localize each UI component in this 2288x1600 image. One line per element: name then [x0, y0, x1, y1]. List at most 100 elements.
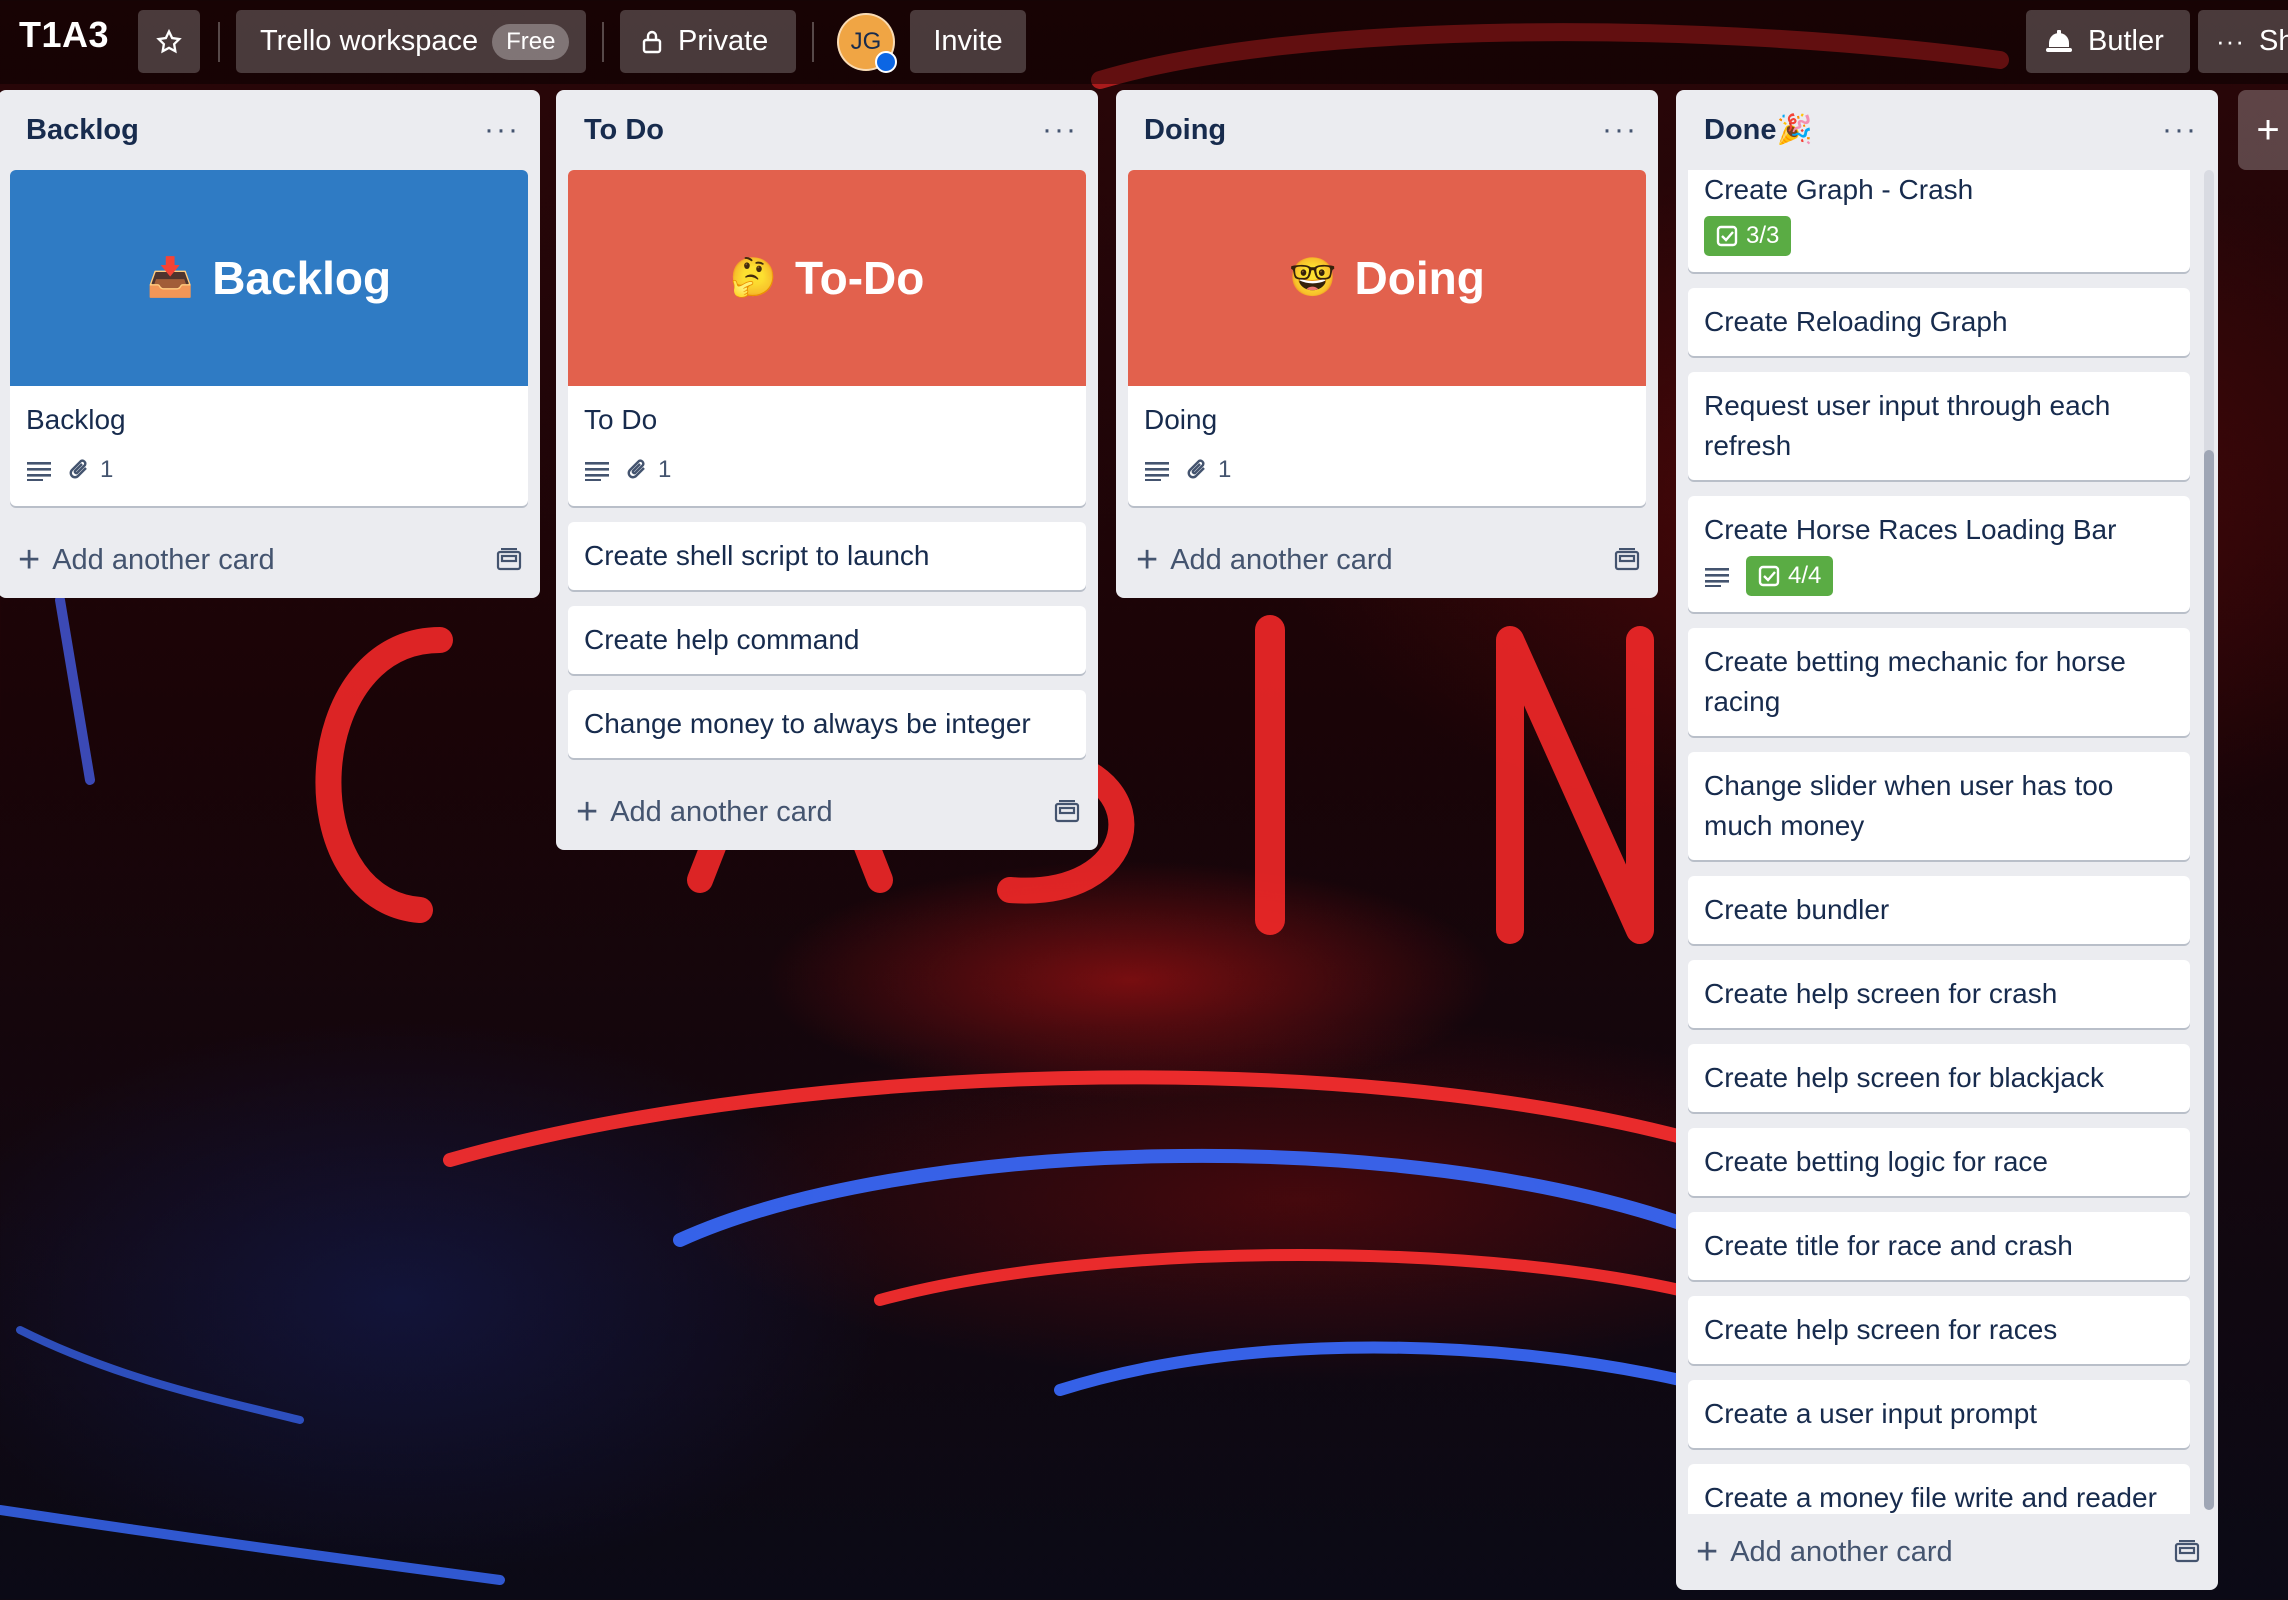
- paperclip-icon: [69, 459, 87, 479]
- butler-button[interactable]: Butler: [2026, 10, 2190, 73]
- card-badges: 4/4: [1704, 554, 2174, 598]
- add-card-button[interactable]: + Add another card: [556, 774, 1098, 850]
- plus-icon: +: [1696, 1531, 1719, 1573]
- card-title: Doing: [1144, 404, 1218, 435]
- card-title: Create bundler: [1704, 894, 1890, 925]
- butler-label: Butler: [2088, 25, 2164, 57]
- header-divider: [602, 22, 604, 62]
- card[interactable]: Create a user input prompt: [1688, 1380, 2190, 1448]
- card[interactable]: Create betting mechanic for horse racing: [1688, 628, 2190, 736]
- add-card-label: Add another card: [610, 795, 833, 828]
- attachment-count: 1: [100, 456, 114, 483]
- card[interactable]: Create help screen for crash: [1688, 960, 2190, 1028]
- attachment-badge: 1: [626, 456, 671, 484]
- card-cover: 🤓 Doing: [1128, 170, 1646, 386]
- show-menu-button[interactable]: ··· Sh: [2198, 10, 2288, 73]
- list-doing: Doing ··· 🤓 Doing Doing 1 + Add another …: [1116, 90, 1658, 598]
- list-title[interactable]: To Do: [584, 114, 664, 147]
- card-title: Create betting mechanic for horse racing: [1704, 646, 2126, 717]
- card[interactable]: Create Reloading Graph: [1688, 288, 2190, 356]
- checklist-count: 3/3: [1746, 222, 1780, 249]
- card[interactable]: Request user input through each refresh: [1688, 372, 2190, 480]
- list-title[interactable]: Done🎉: [1704, 113, 1813, 147]
- card[interactable]: Create help screen for races: [1688, 1296, 2190, 1364]
- paperclip-icon: [1187, 459, 1205, 479]
- card-cover: 🤔 To-Do: [568, 170, 1086, 386]
- list-scrollbar[interactable]: [2204, 170, 2214, 1510]
- card-title: Create a user input prompt: [1704, 1398, 2038, 1429]
- card-badges: 3/3: [1704, 214, 2174, 258]
- card[interactable]: Create help command: [568, 606, 1086, 674]
- board-header: T1A3 Trello workspace Free Private JG In…: [0, 0, 2288, 84]
- admin-badge-icon: [875, 51, 897, 73]
- invite-label: Invite: [933, 25, 1003, 57]
- list-menu-icon[interactable]: ···: [484, 115, 520, 145]
- card-title: Create help screen for races: [1704, 1314, 2058, 1345]
- cover-card[interactable]: 🤔 To-Do To Do 1: [568, 170, 1086, 506]
- checkbox-icon: [1758, 565, 1780, 587]
- card-title: Create title for race and crash: [1704, 1230, 2073, 1261]
- card[interactable]: Create shell script to launch: [568, 522, 1086, 590]
- card[interactable]: Create betting logic for race: [1688, 1128, 2190, 1196]
- card[interactable]: Create help screen for blackjack: [1688, 1044, 2190, 1112]
- add-card-label: Add another card: [52, 543, 275, 576]
- attachment-count: 1: [658, 456, 672, 483]
- card[interactable]: Create a money file write and reader: [1688, 1464, 2190, 1514]
- card[interactable]: Create Graph - Crash 3/3: [1688, 170, 2190, 272]
- list-menu-icon[interactable]: ···: [1602, 115, 1638, 145]
- add-card-label: Add another card: [1170, 543, 1393, 576]
- workspace-button[interactable]: Trello workspace Free: [236, 10, 586, 73]
- checklist-badge: 4/4: [1746, 556, 1834, 596]
- card-title: Create help screen for crash: [1704, 978, 2058, 1009]
- list-header: To Do ···: [556, 90, 1098, 170]
- cover-card[interactable]: 📥 Backlog Backlog 1: [10, 170, 528, 506]
- list-menu-icon[interactable]: ···: [2162, 115, 2198, 145]
- card-template-icon[interactable]: [2174, 1540, 2200, 1564]
- card[interactable]: Create title for race and crash: [1688, 1212, 2190, 1280]
- workspace-plan-badge: Free: [492, 23, 570, 60]
- show-menu-label: Sh: [2258, 25, 2288, 57]
- list-header: Doing ···: [1116, 90, 1658, 170]
- description-icon: [584, 459, 610, 481]
- checklist-count: 4/4: [1788, 562, 1822, 589]
- description-icon: [1144, 459, 1170, 481]
- thinking-face-icon: 🤔: [729, 257, 777, 299]
- star-board-button[interactable]: [138, 10, 200, 73]
- card-badges: 1: [584, 448, 1070, 492]
- list-to-do: To Do ··· 🤔 To-Do To Do 1 Create shell s…: [556, 90, 1098, 850]
- card[interactable]: Change slider when user has too much mon…: [1688, 752, 2190, 860]
- card-title: Create Reloading Graph: [1704, 306, 2008, 337]
- card-template-icon[interactable]: [1054, 800, 1080, 824]
- cover-title: Doing: [1354, 252, 1485, 304]
- card[interactable]: Create Horse Races Loading Bar 4/4: [1688, 496, 2190, 612]
- plus-icon: +: [18, 539, 41, 581]
- list-menu-icon[interactable]: ···: [1042, 115, 1078, 145]
- scrollbar-thumb[interactable]: [2204, 450, 2214, 1510]
- card-template-icon[interactable]: [496, 548, 522, 572]
- card-title: Request user input through each refresh: [1704, 390, 2111, 461]
- list-title[interactable]: Backlog: [26, 114, 139, 147]
- list-header: Backlog ···: [0, 90, 540, 170]
- visibility-label: Private: [678, 25, 769, 57]
- add-card-button[interactable]: + Add another card: [0, 522, 540, 598]
- board-title[interactable]: T1A3: [19, 14, 109, 56]
- checklist-badge: 3/3: [1704, 216, 1792, 256]
- cover-card[interactable]: 🤓 Doing Doing 1: [1128, 170, 1646, 506]
- description-icon: [26, 459, 52, 481]
- invite-button[interactable]: Invite: [910, 10, 1026, 73]
- add-card-button[interactable]: + Add another card: [1116, 522, 1658, 598]
- add-list-button[interactable]: +: [2238, 90, 2288, 170]
- card-title: Create Horse Races Loading Bar: [1704, 514, 2117, 545]
- add-card-button[interactable]: + Add another card: [1676, 1514, 2218, 1590]
- card-cover: 📥 Backlog: [10, 170, 528, 386]
- list-title[interactable]: Doing: [1144, 114, 1226, 147]
- member-avatar[interactable]: JG: [837, 13, 897, 73]
- card[interactable]: Create bundler: [1688, 876, 2190, 944]
- card[interactable]: Change money to always be integer: [568, 690, 1086, 758]
- member-initials: JG: [850, 28, 882, 55]
- card-template-icon[interactable]: [1614, 548, 1640, 572]
- visibility-button[interactable]: Private: [620, 10, 796, 73]
- card-badges: 1: [1144, 448, 1630, 492]
- list-done: Done🎉 ··· Create Graph - Crash 3/3 Creat…: [1676, 90, 2218, 1590]
- add-card-label: Add another card: [1730, 1535, 1953, 1568]
